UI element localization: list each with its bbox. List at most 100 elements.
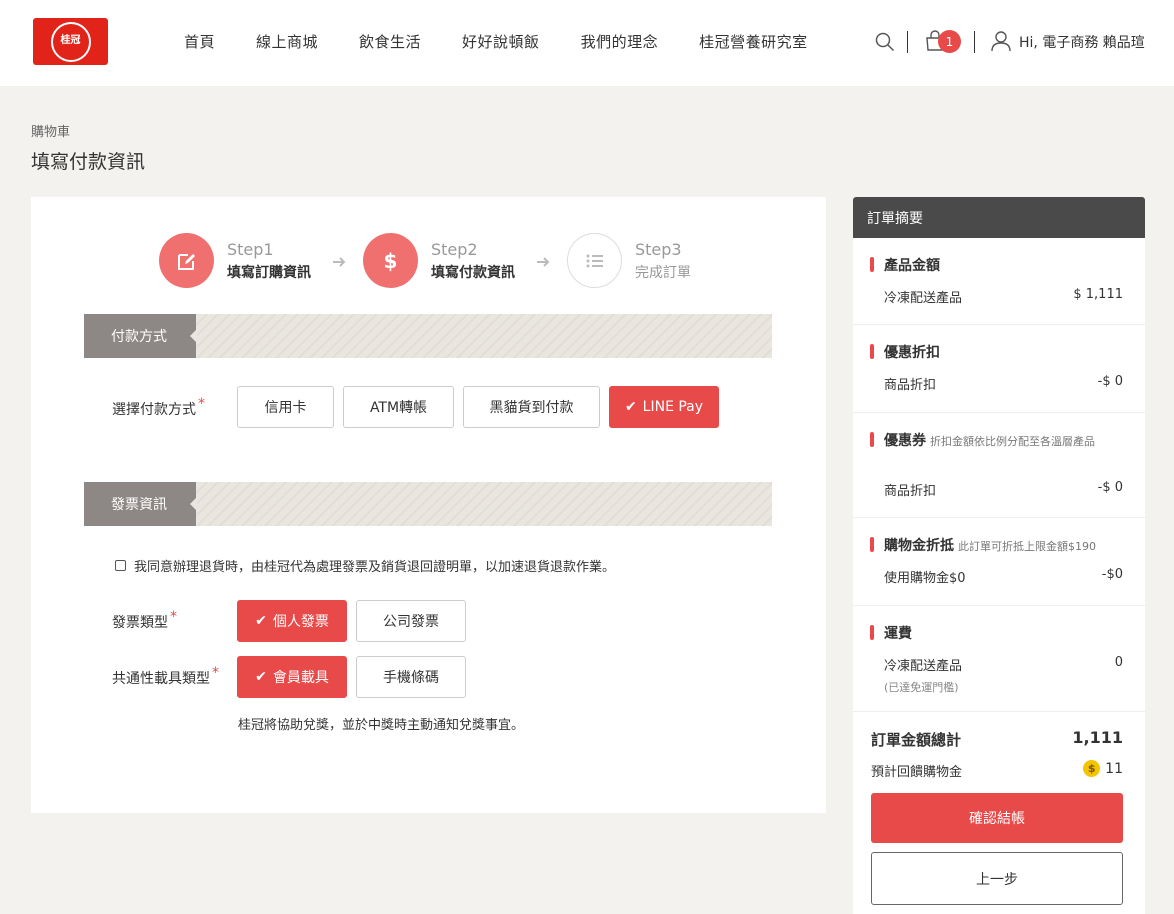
shipping-row-value: 0: [1114, 655, 1123, 670]
shipping-row-label: 冷凍配送產品: [884, 659, 963, 674]
order-summary-title: 訂單摘要: [853, 197, 1145, 238]
carrier-type-mobile-barcode[interactable]: 手機條碼: [356, 656, 466, 698]
invoice-section-bar: 發票資訊: [84, 482, 772, 526]
coupon-row-value: -$ 0: [1097, 480, 1123, 495]
step1-number: Step1: [227, 240, 274, 259]
nav-item-food-life[interactable]: 飲食生活: [359, 31, 421, 52]
edit-icon: [177, 253, 195, 270]
cart-count-badge[interactable]: 1: [938, 30, 961, 53]
product-amount-section: 產品金額 冷凍配送產品 $ 1,111: [853, 238, 1145, 325]
step1-label: 填寫訂購資訊: [227, 265, 311, 281]
product-amount-row: 冷凍配送產品 $ 1,111: [884, 287, 1123, 306]
shopping-credit-row-label: 使用購物金$0: [884, 571, 966, 586]
coupon-row: 商品折扣 -$ 0: [884, 480, 1123, 499]
brand-logo[interactable]: 桂冠: [33, 18, 108, 65]
product-amount-title: 產品金額: [870, 255, 940, 275]
payment-option-credit-card[interactable]: 信用卡: [237, 386, 334, 428]
shopping-credit-row: 使用購物金$0 -$0: [884, 567, 1123, 586]
shopping-credit-row-value: -$0: [1101, 567, 1123, 582]
page-title: 填寫付款資訊: [31, 151, 146, 173]
coupon-subtitle: 折扣金額依比例分配至各溫層產品: [930, 435, 1095, 448]
step2-number: Step2: [431, 240, 478, 259]
check-icon: ✔: [255, 613, 267, 629]
bonus-credit-label: 預計回饋購物金: [871, 765, 963, 780]
payment-section-title: 付款方式: [84, 314, 197, 358]
nav-item-nutrition-lab[interactable]: 桂冠營養研究室: [699, 31, 808, 52]
invoice-type-label: 發票類型 *: [112, 609, 177, 632]
payment-option-line-pay[interactable]: ✔ LINE Pay: [609, 386, 719, 428]
user-greeting[interactable]: Hi, 電子商務 賴品瑄: [1019, 32, 1145, 52]
step2-circle: $: [363, 233, 418, 288]
step3-label: 完成訂單: [635, 265, 691, 281]
required-mark: *: [212, 665, 219, 681]
nav-item-shop[interactable]: 線上商城: [256, 31, 318, 52]
step3-circle: [567, 233, 622, 288]
return-agreement-checkbox[interactable]: [115, 560, 126, 571]
required-mark: *: [198, 396, 205, 412]
previous-step-button[interactable]: 上一步: [871, 852, 1123, 905]
arrow-right-icon: [333, 257, 346, 267]
coupon-title-text: 優惠券: [884, 433, 926, 449]
payment-section-bar: 付款方式: [84, 314, 772, 358]
payment-option-line-pay-label: LINE Pay: [642, 399, 704, 415]
discount-section: 優惠折扣 商品折扣 -$ 0: [853, 325, 1145, 413]
lottery-note: 桂冠將協助兌獎，並於中獎時主動通知兌獎事宜。: [238, 718, 525, 733]
shopping-credit-subtitle: 此訂單可折抵上限金額$190: [958, 540, 1096, 553]
invoice-type-label-text: 發票類型: [112, 615, 168, 631]
shipping-row: 冷凍配送產品 0: [884, 655, 1123, 674]
free-shipping-note: (已達免運門檻): [884, 681, 959, 694]
product-amount-row-label: 冷凍配送產品: [884, 291, 963, 306]
step1-circle: [159, 233, 214, 288]
shopping-credit-title-text: 購物金折抵: [884, 538, 954, 554]
carrier-type-member[interactable]: ✔ 會員載具: [237, 656, 347, 698]
bonus-credit-value: 11: [1105, 760, 1123, 777]
brand-logo-emblem: 桂冠: [50, 21, 91, 62]
invoice-type-personal-label: 個人發票: [272, 614, 329, 630]
return-agreement-row[interactable]: 我同意辦理退貨時，由桂冠代為處理發票及銷貨退回證明單，以加速退貨退款作業。: [115, 556, 615, 575]
return-agreement-text: 我同意辦理退貨時，由桂冠代為處理發票及銷貨退回證明單，以加速退貨退款作業。: [134, 560, 616, 575]
coupon-row-label: 商品折扣: [884, 484, 937, 499]
check-icon: ✔: [255, 669, 267, 685]
confirm-checkout-button[interactable]: 確認結帳: [871, 793, 1123, 843]
order-total-value: 1,111: [1072, 728, 1123, 747]
nav-item-meal-talk[interactable]: 好好說頓飯: [462, 31, 540, 52]
step2-label: 填寫付款資訊: [431, 265, 515, 281]
header-divider: [974, 31, 975, 53]
shopping-credit-title: 購物金折抵 此訂單可折抵上限金額$190: [870, 535, 1096, 555]
payment-option-atm[interactable]: ATM轉帳: [343, 386, 454, 428]
invoice-type-company[interactable]: 公司發票: [356, 600, 466, 642]
payment-method-label-text: 選擇付款方式: [112, 402, 196, 418]
payment-method-label: 選擇付款方式 *: [112, 396, 205, 419]
dollar-icon: $: [383, 248, 398, 273]
nav-item-philosophy[interactable]: 我們的理念: [581, 31, 659, 52]
bonus-credit-value-wrap: $11: [1083, 760, 1123, 777]
coin-icon: $: [1083, 760, 1101, 777]
discount-row: 商品折扣 -$ 0: [884, 374, 1123, 393]
invoice-type-personal[interactable]: ✔ 個人發票: [237, 600, 347, 642]
coupon-section: 優惠券 折扣金額依比例分配至各溫層產品 商品折扣 -$ 0: [853, 413, 1145, 518]
shopping-credit-section: 購物金折抵 此訂單可折抵上限金額$190 使用購物金$0 -$0: [853, 518, 1145, 606]
breadcrumb[interactable]: 購物車: [31, 121, 70, 140]
discount-row-value: -$ 0: [1097, 374, 1123, 389]
site-header: 桂冠 首頁 線上商城 飲食生活 好好說頓飯 我們的理念 桂冠營養研究室 1 Hi…: [0, 0, 1174, 86]
user-icon[interactable]: [990, 30, 1012, 52]
carrier-type-label: 共通性載具類型 *: [112, 665, 219, 688]
list-icon: [586, 254, 603, 267]
header-divider: [907, 31, 908, 53]
coupon-title: 優惠券 折扣金額依比例分配至各溫層產品: [870, 430, 1095, 450]
required-mark: *: [170, 609, 177, 625]
payment-form-card: Step1 填寫訂購資訊 $ Step2 填寫付款資訊 Step3 完成訂單 付…: [31, 197, 826, 813]
carrier-type-label-text: 共通性載具類型: [112, 671, 210, 687]
discount-row-label: 商品折扣: [884, 378, 937, 393]
product-amount-row-value: $ 1,111: [1073, 287, 1123, 302]
shipping-title: 運費: [870, 623, 912, 643]
arrow-right-icon: [537, 257, 550, 267]
check-icon: ✔: [624, 399, 637, 415]
step3-number: Step3: [635, 240, 682, 259]
order-summary-panel: 訂單摘要 產品金額 冷凍配送產品 $ 1,111 優惠折扣 商品折扣 -$ 0 …: [853, 197, 1145, 914]
search-icon[interactable]: [875, 32, 895, 52]
payment-option-cod[interactable]: 黑貓貨到付款: [463, 386, 600, 428]
main-nav: 首頁 線上商城 飲食生活 好好說頓飯 我們的理念 桂冠營養研究室: [184, 31, 849, 52]
nav-item-home[interactable]: 首頁: [184, 31, 215, 52]
invoice-section-title: 發票資訊: [84, 482, 197, 526]
